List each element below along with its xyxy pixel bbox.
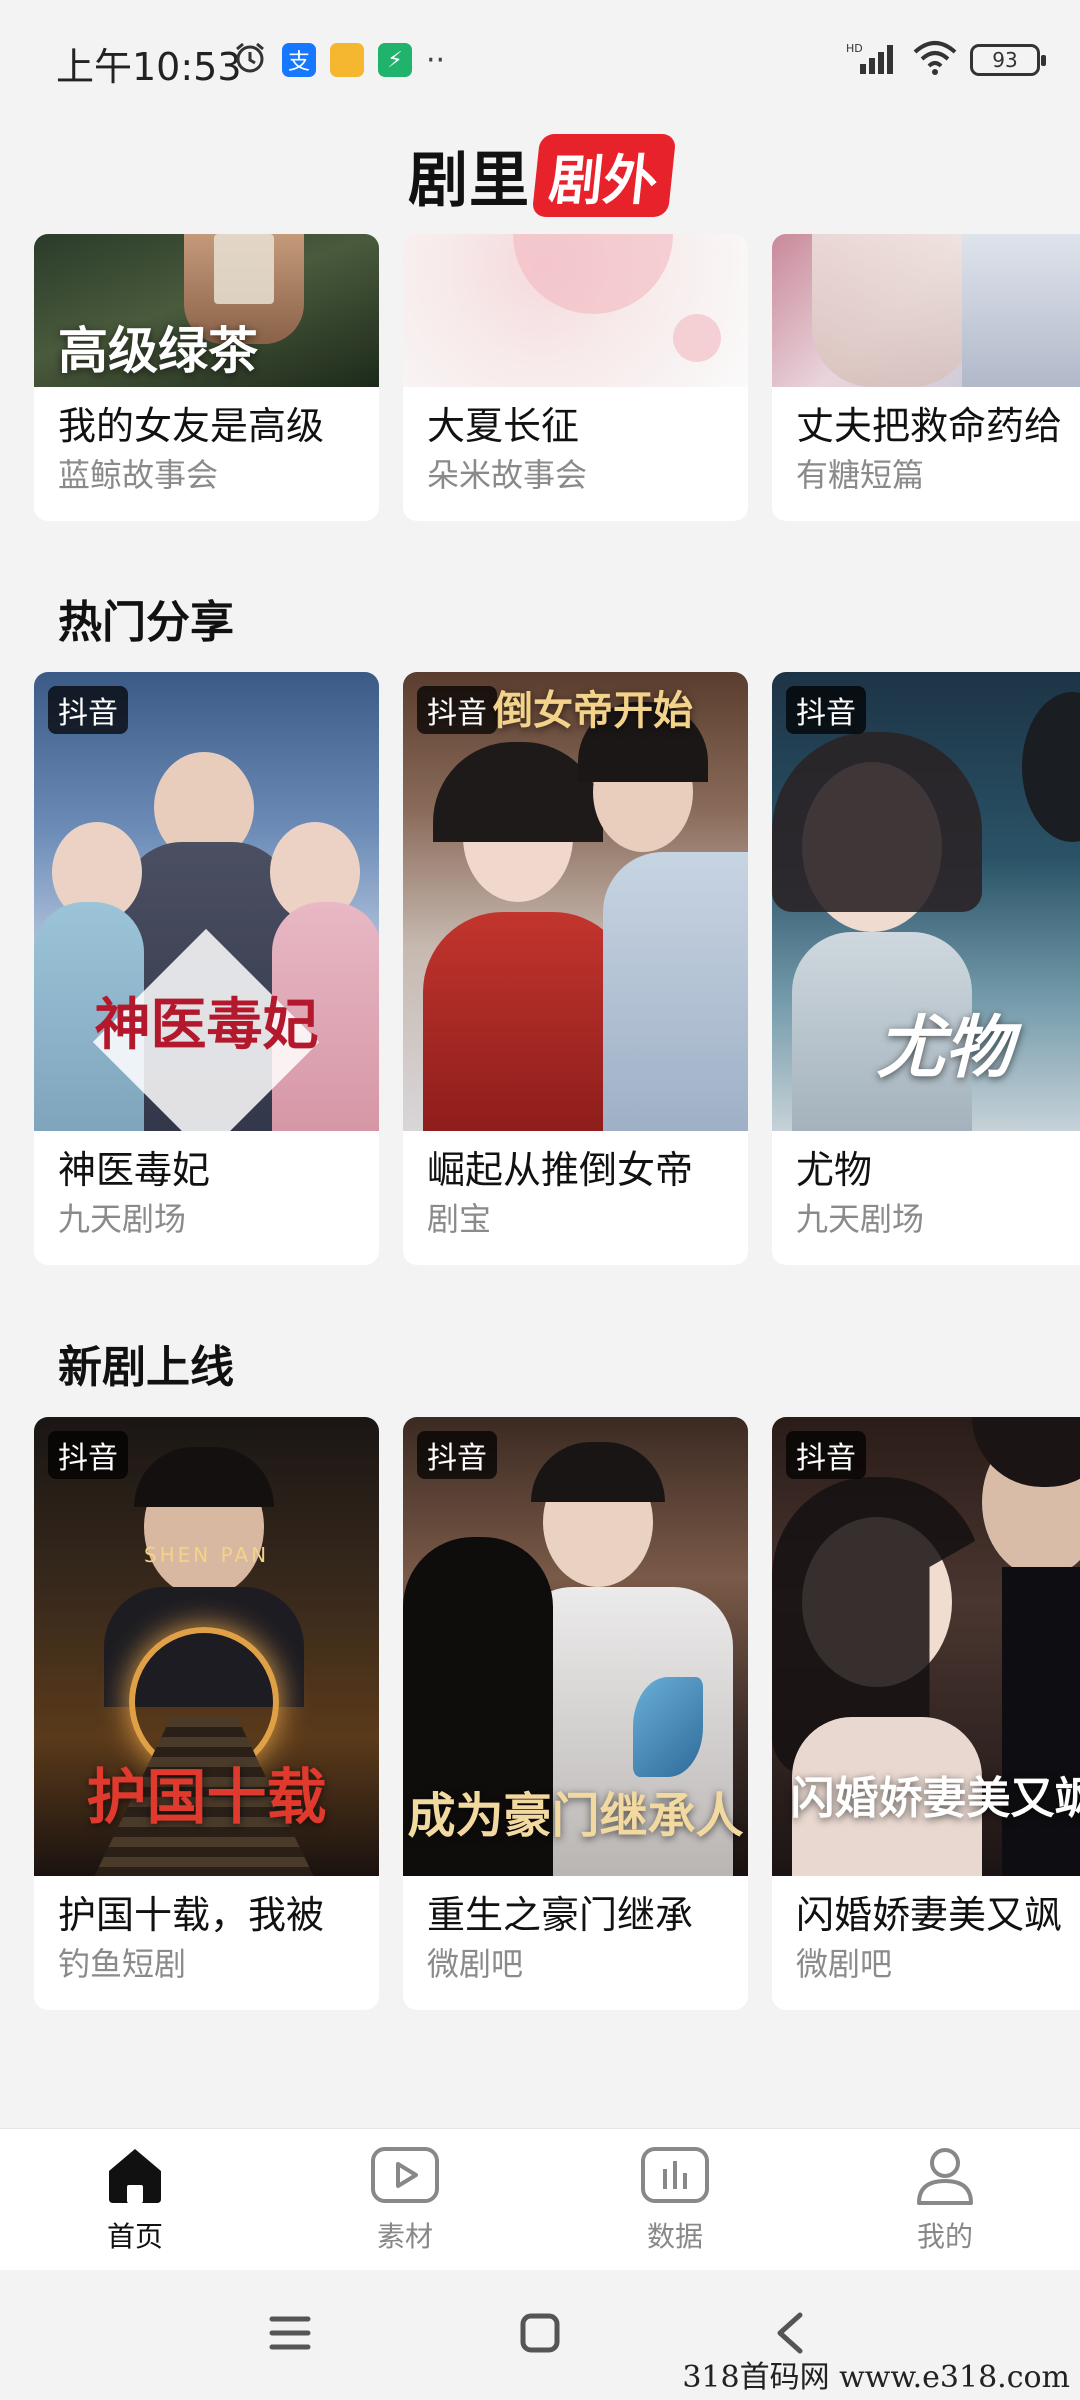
drama-card[interactable]: 丈夫把救命药给 有糖短篇	[772, 234, 1080, 521]
platform-tag: 抖音	[417, 1431, 497, 1479]
drama-card[interactable]: 抖音 神医毒妃 神医毒妃 九天剧场	[34, 672, 379, 1265]
site-watermark: 318首码网 www.e318.com	[682, 2360, 1070, 2395]
platform-tag: 抖音	[48, 1431, 128, 1479]
drama-card[interactable]: 抖音 闪婚娇妻美又飒 闪婚娇妻美又飒 微剧吧	[772, 1417, 1080, 2010]
drama-source: 九天剧场	[796, 1200, 925, 1238]
tab-home[interactable]: 首页	[0, 2129, 270, 2270]
drama-poster: 抖音 闪婚娇妻美又飒	[772, 1417, 1080, 1876]
wifi-icon	[912, 40, 958, 80]
app-header: 剧里 剧外	[0, 120, 1080, 230]
tab-label: 首页	[106, 2219, 163, 2253]
poster-title-text: 神医毒妃	[94, 992, 319, 1058]
alipay-icon: 支	[282, 43, 316, 77]
chart-icon	[639, 2145, 711, 2209]
drama-source: 剧宝	[427, 1200, 492, 1238]
tab-label: 素材	[376, 2219, 433, 2253]
message-icon	[330, 43, 364, 77]
drama-poster: 抖音 神医毒妃	[34, 672, 379, 1131]
profile-icon	[913, 2145, 977, 2209]
drama-title: 丈夫把救命药给	[796, 404, 1063, 448]
square-icon	[518, 2311, 562, 2359]
drama-source: 微剧吧	[796, 1945, 893, 1983]
drama-source: 微剧吧	[427, 1945, 524, 1983]
drama-card[interactable]: 抖音 倒女帝开始 崛起从推倒女帝 剧宝	[403, 672, 748, 1265]
top-card-row: 高级绿茶 我的女友是高级 蓝鲸故事会 大夏长征 朵米故事会 丈夫把救命药给 有糖…	[34, 234, 1080, 521]
app-logo: 剧里 剧外	[408, 132, 677, 219]
drama-title: 我的女友是高级	[58, 404, 325, 448]
poster-title-text: 尤物	[876, 1008, 1013, 1088]
tab-material[interactable]: 素材	[270, 2129, 540, 2270]
drama-card[interactable]: 抖音 尤物 尤物 九天剧场	[772, 672, 1080, 1265]
drama-source: 钓鱼短剧	[58, 1945, 187, 1983]
drama-card[interactable]: 抖音 成为豪门继承人 重生之豪门继承 微剧吧	[403, 1417, 748, 2010]
bottom-tab-bar: 首页 素材 数据 我的	[0, 2128, 1080, 2270]
alarm-icon	[232, 40, 268, 80]
section-title-new-drama: 新剧上线	[58, 1342, 234, 1393]
poster-title-text: 闪婚娇妻美又飒	[790, 1773, 1080, 1824]
platform-tag: 抖音	[786, 1431, 866, 1479]
battery-indicator: 93	[970, 44, 1046, 76]
drama-title: 崛起从推倒女帝	[427, 1148, 694, 1192]
home-button[interactable]	[510, 2305, 570, 2365]
drama-card[interactable]: 抖音 SHEN PAN 护国十载 护国十载，我被 钓鱼短剧	[34, 1417, 379, 2010]
poster-title-text: 倒女帝开始	[493, 687, 693, 734]
security-shield-icon: ⚡	[378, 43, 412, 77]
drama-poster	[403, 234, 748, 387]
drama-title: 闪婚娇妻美又飒	[796, 1893, 1063, 1937]
drama-poster	[772, 234, 1080, 387]
platform-tag: 抖音	[48, 686, 128, 734]
menu-button[interactable]	[260, 2305, 320, 2365]
logo-text-right: 剧外	[531, 133, 677, 217]
drama-title: 尤物	[796, 1148, 873, 1192]
feed-scroll-area[interactable]: 高级绿茶 我的女友是高级 蓝鲸故事会 大夏长征 朵米故事会 丈夫把救命药给 有糖…	[0, 234, 1080, 2124]
drama-poster: 抖音 倒女帝开始	[403, 672, 748, 1131]
drama-title: 重生之豪门继承	[427, 1893, 694, 1937]
tab-profile[interactable]: 我的	[810, 2129, 1080, 2270]
drama-title: 大夏长征	[427, 404, 580, 448]
poster-title-text: 高级绿茶	[58, 321, 258, 380]
drama-card[interactable]: 大夏长征 朵米故事会	[403, 234, 748, 521]
home-icon	[103, 2145, 167, 2209]
poster-title-text: 成为豪门继承人	[407, 1788, 744, 1844]
menu-icon	[268, 2313, 312, 2357]
drama-source: 蓝鲸故事会	[58, 456, 219, 494]
drama-card[interactable]: 高级绿茶 我的女友是高级 蓝鲸故事会	[34, 234, 379, 521]
section-title-hot-share: 热门分享	[58, 597, 234, 648]
platform-tag: 抖音	[786, 686, 866, 734]
status-time: 上午10:53	[56, 45, 242, 89]
tab-label: 数据	[646, 2219, 703, 2253]
drama-source: 朵米故事会	[427, 456, 588, 494]
notification-icons: 支 ⚡ ··	[232, 40, 445, 80]
play-icon	[369, 2145, 441, 2209]
svg-text:HD: HD	[846, 42, 863, 55]
app-screen: 上午10:53 支 ⚡ ·· HD 93 剧里 剧外 高级绿茶 我的女友是高级 …	[0, 0, 1080, 2400]
drama-poster: 抖音 成为豪门继承人	[403, 1417, 748, 1876]
system-status-icons: HD 93	[846, 40, 1046, 80]
poster-subtitle-text: SHEN PAN	[143, 1543, 270, 1567]
drama-title: 神医毒妃	[58, 1148, 211, 1192]
tab-label: 我的	[916, 2219, 973, 2253]
more-dots-icon: ··	[426, 42, 446, 78]
status-bar: 上午10:53 支 ⚡ ·· HD 93	[0, 0, 1080, 120]
drama-title: 护国十载，我被	[58, 1893, 325, 1937]
logo-text-left: 剧里	[408, 145, 530, 216]
drama-source: 九天剧场	[58, 1200, 187, 1238]
signal-icon: HD	[846, 40, 900, 80]
drama-poster: 高级绿茶	[34, 234, 379, 387]
new-drama-row: 抖音 SHEN PAN 护国十载 护国十载，我被 钓鱼短剧 抖音 成为豪门继承人	[34, 1417, 1080, 2010]
tab-data[interactable]: 数据	[540, 2129, 810, 2270]
drama-source: 有糖短篇	[796, 456, 925, 494]
drama-poster: 抖音 尤物	[772, 672, 1080, 1131]
hot-share-row: 抖音 神医毒妃 神医毒妃 九天剧场 抖音 倒女帝开始 崛起从推倒女帝 剧宝 抖音…	[34, 672, 1080, 1265]
platform-tag: 抖音	[417, 686, 497, 734]
poster-title-text: 护国十载	[86, 1763, 327, 1833]
drama-poster: 抖音 SHEN PAN 护国十载	[34, 1417, 379, 1876]
